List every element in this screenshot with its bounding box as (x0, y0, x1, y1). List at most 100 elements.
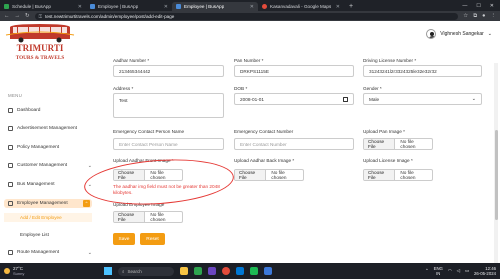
windows-taskbar: 27°C Sunny ⌕ Search ⌃ ENG IN ◠ ◁ ▭ 12:46 26-… (0, 263, 500, 279)
weather-widget[interactable]: 27°C Sunny (4, 266, 74, 276)
sidebar-item-label: Bus Management (17, 182, 55, 187)
close-icon[interactable]: ✕ (164, 4, 168, 10)
emergency-number-input[interactable]: Enter Contact Number (234, 138, 354, 150)
no-file-text: No file chosen (150, 212, 166, 222)
browser-tab[interactable]: Schedule | BusApp ✕ (0, 2, 86, 11)
site-favicon-icon (176, 4, 181, 9)
pan-number-input[interactable]: DRKPS1115E (234, 65, 354, 77)
address-textarea[interactable]: Test (113, 93, 224, 118)
browser-tab-active[interactable]: Employee | BusApp ✕ (172, 2, 258, 11)
aadhar-number-label: Aadhar Number * (113, 58, 150, 63)
aadhar-number-input[interactable]: 213465344442 (113, 65, 224, 77)
wifi-icon[interactable]: ◠ (448, 268, 452, 274)
bookmark-star-icon[interactable]: ☆ (463, 13, 468, 20)
word-icon[interactable] (264, 267, 272, 275)
back-icon[interactable]: ← (4, 13, 10, 19)
upload-pan-file-input[interactable]: Choose File No file chosen (363, 138, 433, 150)
minimize-icon[interactable]: — (462, 3, 467, 9)
emergency-name-input[interactable]: Enter Contact Person Name (113, 138, 224, 150)
whatsapp-icon (4, 4, 9, 9)
lang-bottom: IN (436, 271, 441, 276)
page-scrollbar[interactable] (494, 63, 498, 263)
browser-tab[interactable]: Kasanvadavali - Google Maps ✕ (258, 2, 344, 11)
gender-select[interactable]: Male ⌄ (363, 93, 482, 105)
profile-icon[interactable]: ● (482, 13, 485, 20)
close-window-icon[interactable]: ✕ (490, 3, 494, 9)
menu-dots-icon[interactable]: ⋮ (491, 13, 497, 20)
site-info-icon[interactable]: ⚿ (39, 14, 43, 19)
language-indicator[interactable]: ENG IN (434, 266, 443, 276)
browser-tab[interactable]: Employee | BusApp ✕ (86, 2, 172, 11)
close-icon[interactable]: ✕ (250, 4, 254, 10)
chrome-icon[interactable] (222, 267, 230, 275)
close-icon[interactable]: ✕ (78, 4, 82, 10)
close-icon[interactable]: ✕ (336, 4, 340, 10)
sidebar-item-route[interactable]: Route Management ⌄ (8, 248, 92, 257)
upload-employee-file-input[interactable]: Choose File No file chosen (113, 211, 183, 223)
url-field[interactable]: ⚿ test.newtrimurtitravels.com/admin/empl… (34, 12, 459, 20)
reload-icon[interactable]: ↻ (25, 13, 30, 19)
sidebar-item-customer[interactable]: Customer Management ⌄ (8, 161, 92, 170)
scrollbar-thumb[interactable] (494, 130, 498, 220)
emergency-number-placeholder: Enter Contact Number (240, 141, 287, 147)
site-favicon-icon (90, 4, 95, 9)
volume-icon[interactable]: ◁ (457, 268, 460, 274)
forward-icon[interactable]: → (15, 13, 21, 19)
battery-icon[interactable]: ▭ (465, 268, 469, 274)
calendar-icon[interactable] (343, 96, 348, 102)
vscode-icon[interactable] (236, 267, 244, 275)
upload-pan-label: Upload Pan Image * (363, 129, 405, 134)
url-text: test.newtrimurtitravels.com/admin/employ… (45, 13, 175, 19)
reset-button[interactable]: Reset (140, 233, 165, 245)
aadhar-number-value: 213465344442 (119, 68, 151, 74)
sidebar-item-dashboard[interactable]: Dashboard (8, 106, 92, 115)
avatar[interactable] (426, 29, 437, 39)
no-file-text: No file chosen (400, 139, 416, 149)
windows-start-icon[interactable] (104, 267, 112, 275)
sidebar-item-bus[interactable]: Bus Management ⌄ (8, 180, 92, 189)
upload-aadhar-back-label: Upload Aadhar Back Image * (234, 158, 295, 163)
sidebar-item-label: Advertisement Management (17, 126, 77, 131)
sidebar: MENU Dashboard Advertisement Management … (0, 63, 96, 263)
sidebar-item-label: Dashboard (17, 108, 41, 113)
choose-file-button[interactable]: Choose File (364, 139, 396, 149)
tab-label: Kasanvadavali - Google Maps (270, 4, 332, 9)
chevron-down-icon: ⌄ (471, 96, 476, 102)
system-tray: ⌃ ENG IN ◠ ◁ ▭ 12:46 26-05-2024 (425, 266, 496, 276)
menu-heading: MENU (8, 93, 23, 98)
choose-file-button[interactable]: Choose File (364, 170, 396, 180)
browser-tab-strip: Schedule | BusApp ✕ Employee | BusApp ✕ Em… (0, 0, 500, 11)
weather-desc: Sunny (13, 271, 25, 276)
dob-date-input[interactable]: 2008-01-01 (234, 93, 354, 105)
file-explorer-icon[interactable] (180, 267, 188, 275)
new-tab-button[interactable]: + (344, 2, 358, 11)
choose-file-button[interactable]: Choose File (114, 212, 146, 222)
teams-icon[interactable] (208, 267, 216, 275)
sidebar-item-label: Employee Management (17, 201, 68, 206)
driving-license-input[interactable]: 31243241l2r3324325le32e32r32 (363, 65, 482, 77)
sidebar-item-employee[interactable]: Employee Management ⌃ (4, 199, 92, 208)
clock-date: 26-05-2024 (474, 271, 496, 276)
choose-file-button[interactable]: Choose File (235, 170, 267, 180)
maximize-icon[interactable]: ☐ (476, 3, 480, 9)
user-menu[interactable]: Vighnesh Sangekar ⌄ (426, 29, 492, 39)
sidebar-subitem-add-edit-employee[interactable]: Add / Edit Employee (4, 213, 92, 222)
spotify-icon[interactable] (250, 267, 258, 275)
clock[interactable]: 12:46 26-05-2024 (474, 266, 496, 276)
upload-aadhar-back-file-input[interactable]: Choose File No file chosen (234, 169, 304, 181)
save-button[interactable]: Save (113, 233, 135, 245)
chevron-up-icon[interactable]: ⌃ (425, 268, 429, 274)
route-icon (8, 250, 13, 255)
pan-number-label: Pan Number * (234, 58, 264, 63)
tab-label: Employee | BusApp (98, 4, 139, 9)
window-controls: — ☐ ✕ (462, 0, 500, 11)
upload-license-file-input[interactable]: Choose File No file chosen (363, 169, 433, 181)
taskbar-search[interactable]: ⌕ Search (118, 266, 174, 276)
whatsapp-icon[interactable] (194, 267, 202, 275)
sidebar-item-advertisement[interactable]: Advertisement Management (8, 124, 92, 133)
sidebar-subitem-employee-list[interactable]: Employee List (20, 232, 49, 237)
sidebar-item-policy[interactable]: Policy Management (8, 143, 92, 152)
sun-icon (4, 268, 10, 274)
trimurti-logo[interactable]: TRIMURTI TOURS & TRAVELS (4, 23, 76, 62)
extensions-icon[interactable]: ⧉ (473, 13, 477, 20)
